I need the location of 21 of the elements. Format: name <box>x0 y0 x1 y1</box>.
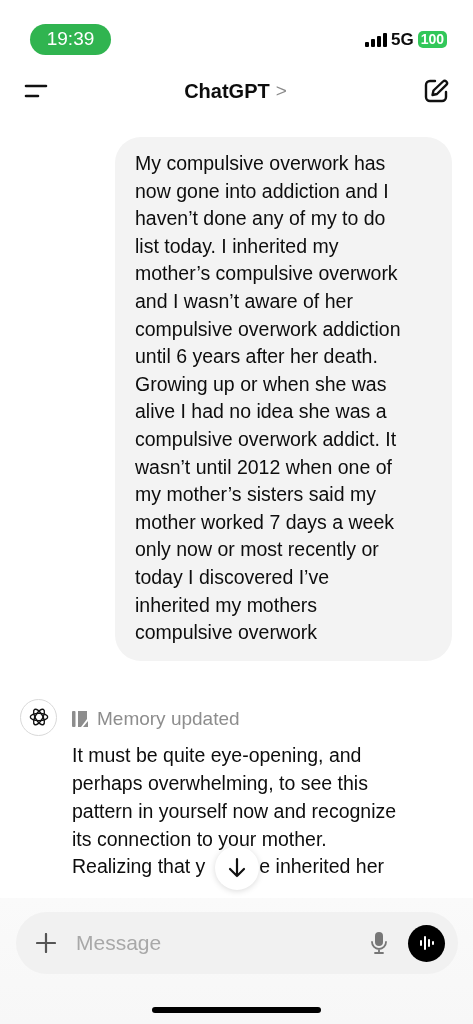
message-field[interactable]: Message <box>16 912 458 974</box>
edit-icon[interactable] <box>423 78 449 104</box>
waveform-icon <box>417 934 436 952</box>
message-text: e inherited her <box>259 854 384 880</box>
chevron-icon[interactable]: > <box>275 76 287 106</box>
memory-status: Memory updated <box>97 706 240 731</box>
message-input[interactable]: Message <box>76 927 350 959</box>
chat-title[interactable]: ChatGPT <box>184 76 270 106</box>
clock-time: 19:39 <box>30 24 111 55</box>
signal-icon <box>364 32 387 47</box>
arrow-down-icon <box>227 857 247 879</box>
user-message: My compulsive overwork has now gone into addiction and I haven’t done any of my to do list today. I inherited my mother’s compulsive overwork and I wasn’t aware of her compulsive overwork addiction until 6 years after her death. Growing up or when she was alive I had no idea she was a compulsive overwork addict. It wasn’t until 2012 when one of my mother’s sisters said my mother worked 7 days a week only now or most recently or today I discovered I’ve inherited my mothers compulsive overwork <box>115 137 452 661</box>
microphone-icon[interactable] <box>370 931 388 955</box>
add-icon[interactable] <box>36 933 56 953</box>
message-text: Realizing that y <box>72 854 206 880</box>
battery-level: 100 <box>417 31 447 48</box>
voice-mode-button[interactable] <box>408 924 445 962</box>
assistant-message: It must be quite eye-opening, and perhaps overwhelming, to see this pattern in yourself now and recognize its connection to your mother. <box>72 743 397 852</box>
menu-icon[interactable] <box>24 83 48 99</box>
network-label: 5G <box>390 28 414 51</box>
memory-icon <box>72 709 89 728</box>
